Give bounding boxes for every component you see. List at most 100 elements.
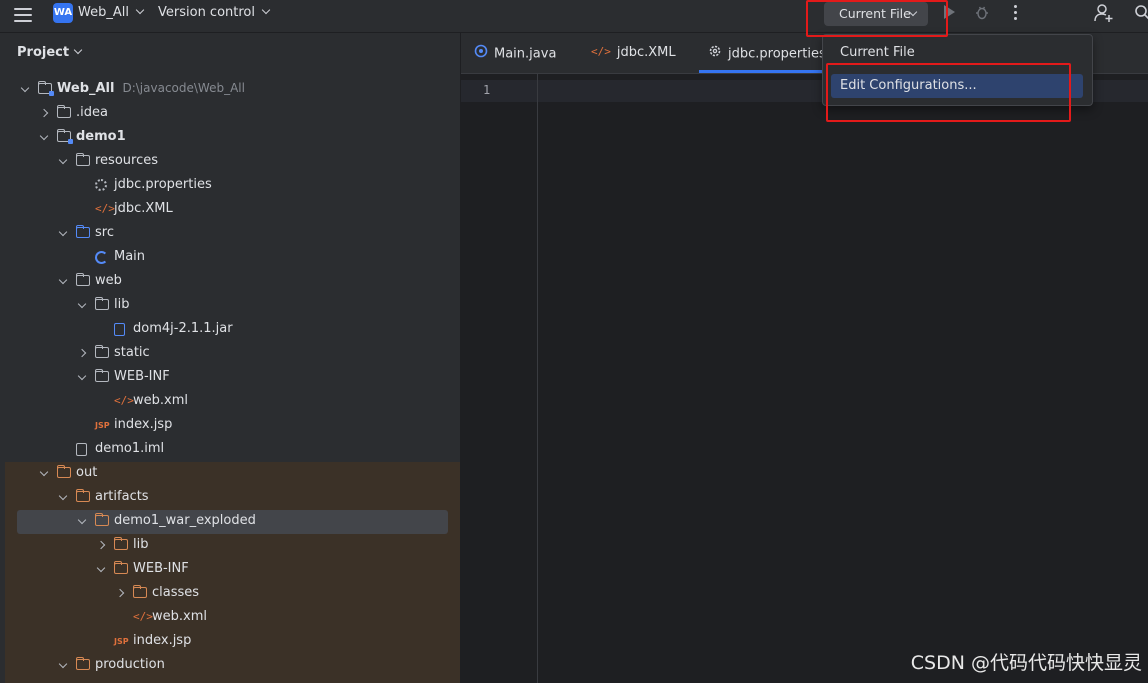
tree-item-text: web [95,273,122,288]
tree-item-label: Main [114,249,145,264]
active-tab-indicator [699,70,823,73]
more-icon[interactable] [1014,5,1018,21]
tree-row[interactable]: production [0,654,460,678]
module-folder-icon [38,81,54,96]
tree-row[interactable]: lib [0,294,460,318]
tree-item-label: web.xml [133,393,188,408]
tree-item-text: classes [152,585,200,600]
tree-item-label: classes [152,585,199,600]
tree-item-label: production [95,657,165,672]
tree-item-text: static [114,345,150,360]
tree-row[interactable]: demo1.iml [0,438,460,462]
add-user-icon[interactable] [1094,3,1114,23]
chevron-down-icon [73,45,83,55]
chevron-down-icon[interactable] [58,275,68,285]
tree-item-label: web [95,273,122,288]
web-folder-icon [76,273,90,286]
search-icon[interactable] [1134,4,1148,20]
tree-row[interactable]: </> jdbc.XML [0,198,460,222]
tree-item-text: artifacts [95,489,149,504]
tree-item-label: demo1 [76,129,126,144]
tree-row[interactable]: resources [0,150,460,174]
tree-row[interactable]: </> web.xml [0,606,460,630]
source-folder-icon [76,225,90,238]
tab-jdbc-xml[interactable]: </> jdbc.XML [591,45,676,60]
chevron-down-icon[interactable] [96,563,106,573]
tree-row[interactable]: artifacts [0,486,460,510]
tree-item-label: jdbc.XML [114,201,173,216]
tree-row[interactable]: src [0,222,460,246]
chevron-right-icon[interactable] [77,348,87,358]
tree-item-text: WEB-INF [114,369,170,384]
tree-item-text: Web_All [57,81,115,96]
tree-item-text: dom4j-2.1.1.jar [133,321,233,336]
chevron-down-icon[interactable] [77,371,87,381]
tab-main-java[interactable]: Main.java [474,44,557,63]
tree-item-label: lib [114,297,129,312]
project-panel-title[interactable]: Project [17,45,83,60]
tab-label: Main.java [494,46,557,62]
tree-item-text: demo1 [76,129,126,144]
tree-row[interactable]: Main [0,246,460,270]
tree-item-label: WEB-INF [114,369,170,384]
chevron-right-icon[interactable] [96,540,106,550]
jar-file-icon [114,323,125,336]
project-badge[interactable]: WA [53,3,73,23]
excluded-folder-icon [114,561,128,574]
tree-row[interactable]: WEB-INF [0,558,460,582]
chevron-down-icon[interactable] [58,659,68,669]
chevron-down-icon[interactable] [58,155,68,165]
chevron-down-icon[interactable] [58,227,68,237]
tree-item-label: demo1.iml [95,441,164,456]
tree-row[interactable]: web [0,270,460,294]
folder-icon [95,369,109,382]
chevron-down-icon[interactable] [39,131,49,141]
tree-row[interactable]: WEB-INF [0,366,460,390]
xml-file-icon: </> [114,394,134,407]
debug-icon[interactable] [975,5,989,20]
xml-file-icon: </> [133,610,153,623]
chevron-down-icon[interactable] [58,491,68,501]
excluded-folder-icon [76,657,90,670]
tree-item-path: D:\javacode\Web_All [122,81,245,95]
tree-item-text: index.jsp [133,633,192,648]
tree-row[interactable]: </> web.xml [0,390,460,414]
chevron-down-icon[interactable] [20,83,30,93]
vcs-selector[interactable]: Version control [158,5,271,20]
tree-row[interactable]: JSP index.jsp [0,414,460,438]
tree-row[interactable]: demo1 [0,126,460,150]
tree-row[interactable]: out [0,462,460,486]
folder-icon [57,105,71,118]
tree-row[interactable]: Web_All D:\javacode\Web_All [0,78,460,102]
tree-item-text: .idea [76,105,108,120]
tree-row[interactable]: lib [0,534,460,558]
tab-jdbc-properties[interactable]: jdbc.properties [708,45,826,63]
hamburger-menu-icon[interactable] [14,8,32,24]
tree-item-text: jdbc.XML [114,201,173,216]
tree-item-text: web.xml [152,609,207,624]
jsp-file-icon: JSP [95,421,110,430]
tree-row[interactable]: jdbc.properties [0,174,460,198]
code-editor[interactable]: 1 [461,74,1148,683]
line-number: 1 [483,83,491,97]
tree-item-label: WEB-INF [133,561,189,576]
title-bar: WA Web_All Version control Current File [0,0,1148,33]
menu-item-current-file[interactable]: Current File [831,41,1083,65]
chevron-right-icon[interactable] [39,108,49,118]
chevron-down-icon[interactable] [39,467,49,477]
tree-row[interactable]: demo1_war_exploded [0,510,460,534]
chevron-right-icon[interactable] [115,588,125,598]
excluded-folder-icon [57,465,71,478]
chevron-down-icon[interactable] [77,299,87,309]
folder-icon [95,297,109,310]
excluded-folder-icon [76,489,90,502]
tree-row[interactable]: classes [0,582,460,606]
tree-row[interactable]: static [0,342,460,366]
project-selector[interactable]: Web_All [78,5,145,20]
chevron-down-icon[interactable] [77,515,87,525]
tree-row[interactable]: .idea [0,102,460,126]
tree-row[interactable]: dom4j-2.1.1.jar [0,318,460,342]
menu-item-label: Current File [840,45,915,60]
tree-row[interactable]: JSP index.jsp [0,630,460,654]
tab-label: jdbc.properties [728,46,826,62]
